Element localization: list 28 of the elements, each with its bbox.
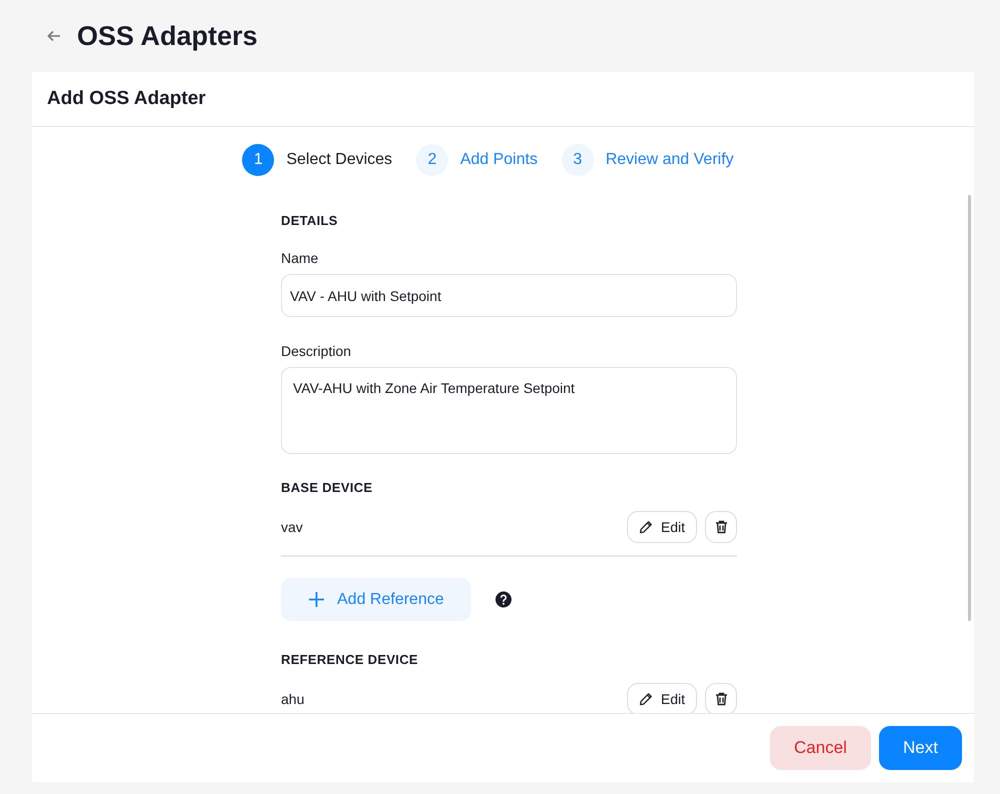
delete-button[interactable] [705,511,737,543]
section-heading: REFERENCE DEVICE [281,652,419,667]
section-heading: BASE DEVICE [281,480,374,495]
edit-button[interactable]: Edit [626,511,697,543]
step-tab[interactable]: 3 Review and Verify [562,143,734,177]
device-name: vav [281,519,304,535]
card-title: Add OSS Adapter [47,88,206,110]
plus-icon [308,591,326,608]
cancel-button[interactable]: Cancel [770,726,871,770]
page-title: OSS Adapters [77,20,258,52]
field-label: Name [281,250,320,266]
name-input[interactable]: VAV - AHU with Setpoint [281,274,737,317]
trash-icon [714,692,728,706]
back-arrow-icon[interactable] [47,30,61,42]
device-name: ahu [281,691,306,707]
description-textarea[interactable]: VAV-AHU with Zone Air Temperature Setpoint [281,367,737,454]
scrollbar-thumb[interactable] [968,195,971,621]
pencil-icon [638,692,653,706]
edit-button[interactable]: Edit [626,683,697,713]
step-tab[interactable]: 1 Select Devices [242,143,392,177]
delete-button[interactable] [705,683,737,713]
trash-icon [714,520,728,534]
next-button[interactable]: Next [879,726,962,770]
section-heading: DETAILS [281,213,339,228]
pencil-icon [638,520,653,534]
help-icon[interactable] [495,591,512,608]
step-tab[interactable]: 2 Add Points [416,143,538,177]
field-label: Description [281,343,352,359]
